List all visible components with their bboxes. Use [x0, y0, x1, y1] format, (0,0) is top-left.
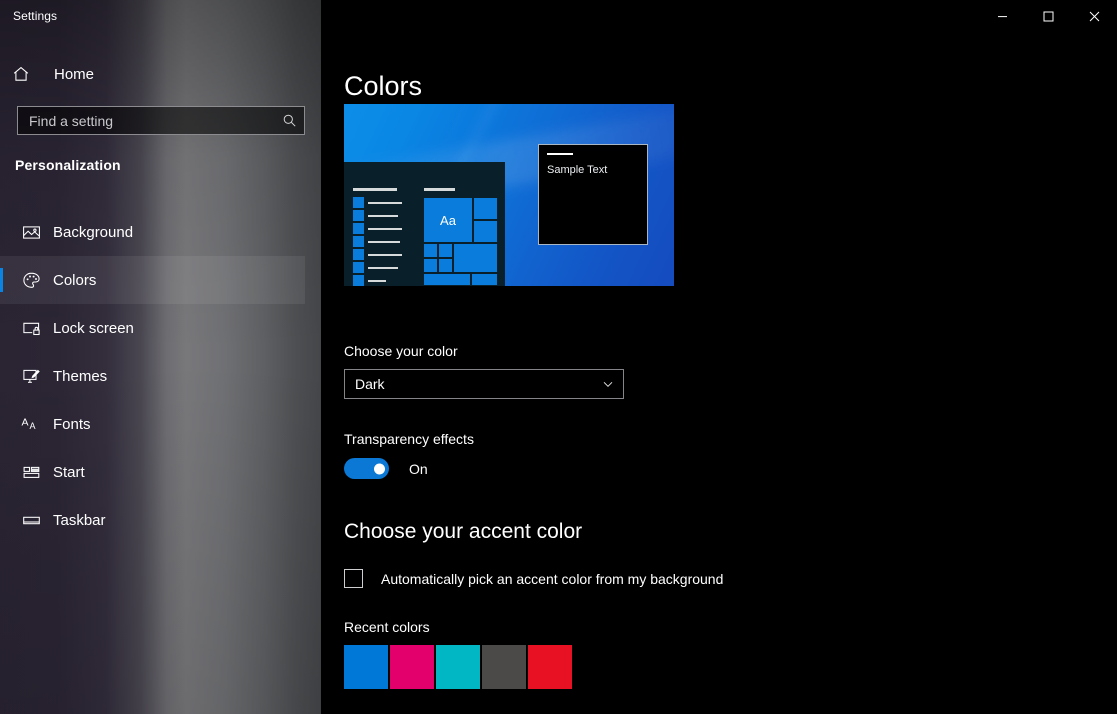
preview-tiles: Aa	[424, 188, 498, 285]
auto-accent-label: Automatically pick an accent color from …	[381, 570, 724, 587]
color-swatch-teal[interactable]	[436, 645, 480, 689]
preview-app-list	[353, 188, 407, 286]
close-button[interactable]	[1071, 0, 1117, 32]
auto-accent-checkbox-row[interactable]: Automatically pick an accent color from …	[344, 569, 723, 588]
preview-tile	[424, 274, 470, 285]
sidebar-item-taskbar[interactable]: Taskbar	[0, 496, 305, 544]
window-controls	[979, 0, 1117, 32]
sidebar-item-colors-label: Colors	[53, 271, 97, 289]
preview-app-row	[353, 262, 407, 273]
toggle-knob	[374, 463, 385, 474]
preview-app-row	[353, 236, 407, 247]
palette-icon	[12, 271, 50, 290]
transparency-toggle-row: On	[344, 458, 428, 479]
preview-app-row	[353, 197, 407, 208]
titlebar-left: Settings	[0, 0, 321, 32]
start-icon	[12, 463, 50, 482]
preview-tile	[424, 259, 437, 272]
sidebar-item-taskbar-label: Taskbar	[53, 511, 106, 529]
sidebar-item-themes-label: Themes	[53, 367, 108, 385]
preview-tile-text: Aa	[440, 212, 456, 228]
search-box[interactable]	[17, 106, 305, 135]
sidebar-nav-list: Background Colors Lock screen Themes A A…	[0, 208, 321, 544]
color-swatch-magenta[interactable]	[390, 645, 434, 689]
taskbar-icon	[12, 511, 50, 530]
svg-text:A: A	[29, 421, 35, 431]
image-icon	[12, 223, 50, 242]
preview-start-menu: Aa	[344, 162, 505, 286]
minimize-button[interactable]	[979, 0, 1025, 32]
home-icon	[12, 65, 52, 83]
sidebar-item-start[interactable]: Start	[0, 448, 305, 496]
preview-tile	[424, 244, 437, 257]
maximize-button[interactable]	[1025, 0, 1071, 32]
sidebar-item-lock-screen[interactable]: Lock screen	[0, 304, 305, 352]
preview-app-row	[353, 275, 407, 286]
sidebar-item-colors[interactable]: Colors	[0, 256, 305, 304]
sidebar-item-background[interactable]: Background	[0, 208, 305, 256]
search-icon[interactable]	[274, 107, 304, 134]
preview-tile	[454, 244, 497, 272]
sidebar-item-home[interactable]: Home	[0, 57, 305, 91]
preview-tile	[439, 244, 452, 257]
chevron-down-icon	[593, 378, 623, 390]
search-input[interactable]	[18, 107, 274, 134]
recent-colors-label: Recent colors	[344, 619, 430, 635]
preview-list-header	[353, 188, 397, 191]
settings-window: Settings Home Find a setting Personaliza…	[0, 0, 1117, 714]
sidebar-item-themes[interactable]: Themes	[0, 352, 305, 400]
sidebar-item-fonts[interactable]: A A Fonts	[0, 400, 305, 448]
page-title: Colors	[344, 71, 423, 102]
preview-tile	[474, 198, 497, 219]
sidebar-section-title: Personalization	[15, 157, 121, 173]
sidebar-item-home-label: Home	[54, 65, 95, 83]
sidebar-item-background-label: Background	[53, 223, 134, 241]
transparency-label: Transparency effects	[344, 431, 474, 447]
color-swatch-gray[interactable]	[482, 645, 526, 689]
preview-tile-large: Aa	[424, 198, 472, 242]
transparency-state-label: On	[409, 460, 428, 477]
lock-screen-icon	[12, 319, 50, 338]
themes-icon	[12, 367, 50, 386]
choose-color-dropdown[interactable]: Dark	[344, 369, 624, 399]
app-title: Settings	[13, 9, 58, 23]
sidebar-item-start-label: Start	[53, 463, 85, 481]
preview-app-row	[353, 249, 407, 260]
preview-tile	[472, 274, 497, 285]
preview-app-row	[353, 210, 407, 221]
preview-app-row	[353, 223, 407, 234]
color-swatch-red[interactable]	[528, 645, 572, 689]
preview-tile	[439, 259, 452, 272]
color-swatch-blue[interactable]	[344, 645, 388, 689]
transparency-toggle[interactable]	[344, 458, 389, 479]
sidebar-item-fonts-label: Fonts	[53, 415, 91, 433]
main-content: Colors Aa Sample Text Choose your color …	[321, 0, 1117, 714]
recent-colors-swatches	[344, 645, 572, 689]
fonts-icon: A A	[12, 415, 50, 434]
preview-sample-window: Sample Text	[538, 144, 648, 245]
choose-color-value: Dark	[355, 376, 385, 392]
theme-preview: Aa Sample Text	[344, 104, 674, 286]
sidebar: Settings Home Find a setting Personaliza…	[0, 0, 321, 714]
preview-window-titlebar	[547, 153, 573, 155]
preview-tiles-header	[424, 188, 455, 191]
preview-sample-text: Sample Text	[547, 164, 608, 176]
auto-accent-checkbox[interactable]	[344, 569, 363, 588]
svg-text:A: A	[21, 416, 28, 428]
accent-color-heading: Choose your accent color	[344, 520, 583, 543]
preview-tile	[474, 221, 497, 242]
choose-color-label: Choose your color	[344, 343, 458, 359]
sidebar-item-lock-screen-label: Lock screen	[53, 319, 134, 337]
